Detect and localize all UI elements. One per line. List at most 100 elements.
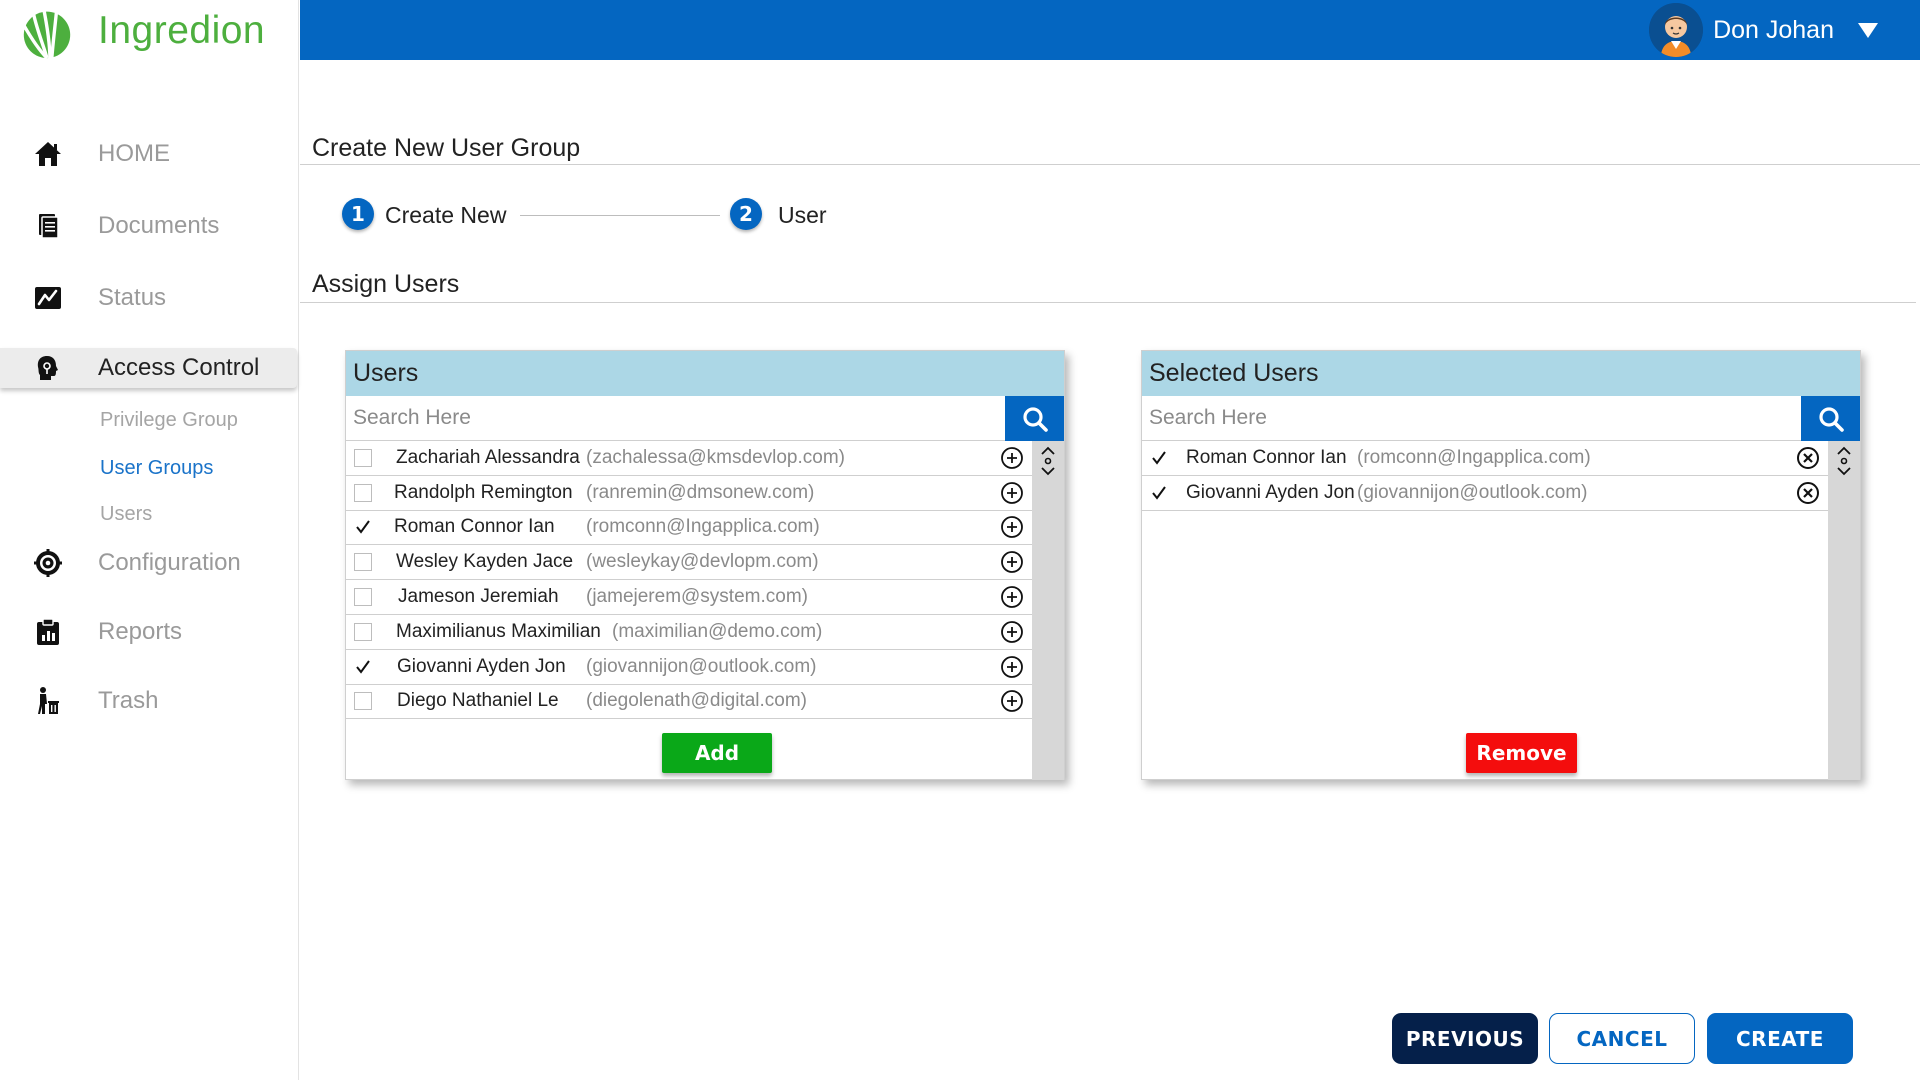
table-row[interactable]: Maximilianus Maximilian (maximilian@demo… [346,615,1032,650]
checkmark-icon [356,520,370,535]
row-checkbox[interactable] [354,553,372,572]
user-name-cell: Maximilianus Maximilian [396,620,601,642]
page-title: Create New User Group [312,134,581,162]
user-name-cell: Giovanni Ayden Jon [397,655,566,677]
table-row[interactable]: Wesley Kayden Jace (wesleykay@devlopm.co… [346,545,1032,581]
scroll-up-down-icon[interactable] [1038,445,1058,477]
table-row[interactable]: Giovanni Ayden Jon (giovannijon@outlook.… [346,650,1032,685]
add-button[interactable]: Add [662,733,772,773]
documents-icon [32,210,64,242]
row-checkbox[interactable] [354,483,372,502]
previous-button[interactable]: PREVIOUS [1392,1013,1538,1064]
add-user-plus-icon[interactable] [1000,446,1024,470]
users-search-bar [346,396,1064,441]
users-search-input[interactable] [346,396,1006,440]
row-checkbox[interactable] [354,588,372,607]
sidebar-item-reports[interactable]: Reports [0,612,299,652]
row-checkbox-checked[interactable] [354,657,372,676]
user-name-cell: Randolph Remington [394,481,573,503]
sidebar-subitem-users[interactable]: Users [100,503,152,526]
row-checkbox-checked[interactable] [1150,483,1168,502]
sidebar: Ingredion HOME Documents Status Access C… [0,0,299,1080]
sidebar-item-label: Trash [98,687,159,714]
add-user-plus-icon[interactable] [1000,655,1024,679]
table-row[interactable]: Roman Connor Ian (romconn@Ingapplica.com… [1142,441,1828,476]
selected-users-panel: Selected Users Roman Connor Ian (romconn… [1141,350,1861,780]
user-name-cell: Wesley Kayden Jace [396,551,574,573]
reports-clipboard-icon [32,616,64,648]
remove-user-x-icon[interactable] [1796,481,1820,505]
create-button[interactable]: CREATE [1707,1013,1853,1064]
status-chart-icon [32,282,64,314]
sidebar-item-label: Reports [98,618,183,645]
user-name-cell: Diego Nathaniel Le [397,690,559,712]
table-row[interactable]: Diego Nathaniel Le (diegolenath@digital.… [346,685,1032,720]
add-user-plus-icon[interactable] [1000,620,1024,644]
sidebar-item-status[interactable]: Status [0,278,299,318]
user-avatar-icon [1649,3,1704,57]
sidebar-subitem-user-groups[interactable]: User Groups [100,457,213,480]
add-user-plus-icon[interactable] [1000,515,1024,539]
table-row[interactable]: Jameson Jeremiah (jamejerem@system.com) [346,580,1032,615]
step-connector [520,215,720,216]
table-row[interactable]: Zachariah Alessandra (zachalessa@kmsdevl… [346,441,1032,476]
selected-users-list: Roman Connor Ian (romconn@Ingapplica.com… [1142,441,1828,511]
user-email-cell: (romconn@Ingapplica.com) [586,516,820,538]
add-user-plus-icon[interactable] [1000,585,1024,609]
user-email-cell: (diegolenath@digital.com) [586,690,808,712]
row-checkbox-checked[interactable] [1150,448,1168,467]
selected-search-input[interactable] [1142,396,1802,440]
remove-user-x-icon[interactable] [1796,446,1820,470]
trash-person-icon [32,685,64,717]
step-2-badge: 2 [730,198,762,230]
sidebar-item-label: Documents [98,212,220,239]
sidebar-item-home[interactable]: HOME [0,134,299,174]
selected-scrollbar[interactable] [1828,441,1860,780]
sidebar-item-configuration[interactable]: Configuration [0,543,299,583]
table-row[interactable]: Roman Connor Ian (romconn@Ingapplica.com… [346,511,1032,546]
selected-search-button[interactable] [1801,396,1860,441]
user-name-cell: Giovanni Ayden Jon [1186,481,1355,503]
checkmark-icon [356,660,370,674]
user-email-cell: (wesleykay@devlopm.com) [586,551,819,573]
avatar[interactable] [1649,3,1704,57]
user-email-cell: (maximilian@demo.com) [612,620,823,642]
scroll-up-down-icon[interactable] [1834,445,1854,477]
add-user-plus-icon[interactable] [1000,550,1024,574]
divider [300,302,1916,303]
access-control-icon [32,352,64,384]
user-email-cell: (giovannijon@outlook.com) [586,655,817,677]
section-title: Assign Users [312,270,460,298]
sidebar-item-trash[interactable]: Trash [0,681,299,721]
user-menu[interactable]: Don Johan [1649,2,1878,58]
user-email-cell: (giovannijon@outlook.com) [1357,481,1588,503]
step-1-badge: 1 [342,198,374,230]
users-search-button[interactable] [1005,396,1064,441]
row-checkbox-checked[interactable] [354,518,372,537]
table-row[interactable]: Giovanni Ayden Jon (giovannijon@outlook.… [1142,476,1828,511]
user-email-cell: (jamejerem@system.com) [586,586,808,608]
cancel-button[interactable]: CANCEL [1549,1013,1695,1064]
sidebar-subitem-privilege-group[interactable]: Privilege Group [100,409,238,432]
step-2-label: User [778,202,827,228]
users-list: Zachariah Alessandra (zachalessa@kmsdevl… [346,441,1032,720]
remove-button[interactable]: Remove [1466,733,1577,773]
chevron-down-icon[interactable] [1858,22,1878,38]
checkmark-icon [1152,451,1166,465]
row-checkbox[interactable] [354,692,372,711]
user-email-cell: (zachalessa@kmsdevlop.com) [586,446,845,468]
sidebar-item-documents[interactable]: Documents [0,206,299,246]
sidebar-item-access-control[interactable]: Access Control [0,348,297,388]
sidebar-item-label: Access Control [98,354,260,381]
table-row[interactable]: Randolph Remington (ranremin@dmsonew.com… [346,476,1032,511]
user-name-cell: Roman Connor Ian [1186,446,1347,468]
panel-title: Users [346,351,1064,396]
brand-logo[interactable]: Ingredion [18,2,265,60]
row-checkbox[interactable] [354,622,372,641]
add-user-plus-icon[interactable] [1000,689,1024,713]
add-user-plus-icon[interactable] [1000,481,1024,505]
users-scrollbar[interactable] [1032,441,1064,780]
row-checkbox[interactable] [354,448,372,467]
step-1-label: Create New [385,202,507,228]
panel-title: Selected Users [1142,351,1860,396]
